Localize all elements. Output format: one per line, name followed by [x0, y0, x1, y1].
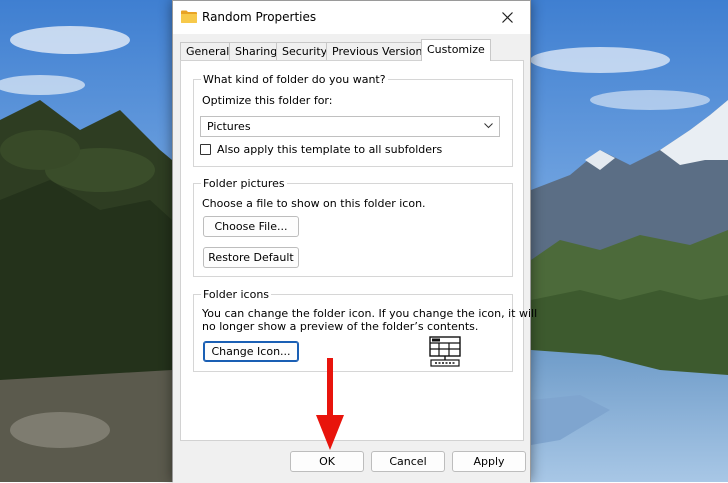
apply-subfolders-label: Also apply this template to all subfolde…	[217, 143, 443, 156]
checkbox-box[interactable]	[200, 144, 211, 155]
restore-default-button[interactable]: Restore Default	[203, 247, 299, 268]
tab-security[interactable]: Security	[276, 42, 334, 60]
optimize-label: Optimize this folder for:	[202, 94, 333, 107]
button-bar: OK Cancel Apply	[173, 441, 530, 483]
folder-icons-description-line1: You can change the folder icon. If you c…	[202, 307, 538, 320]
apply-button[interactable]: Apply	[452, 451, 526, 472]
choose-file-button[interactable]: Choose File...	[203, 216, 299, 237]
properties-dialog: Random Properties General Sharing Securi…	[172, 0, 537, 483]
change-icon-button[interactable]: Change Icon...	[203, 341, 299, 362]
close-icon	[501, 11, 513, 23]
cancel-button[interactable]: Cancel	[371, 451, 445, 472]
tab-general[interactable]: General	[180, 42, 236, 60]
close-button[interactable]	[484, 1, 530, 33]
folder-type-heading: What kind of folder do you want?	[201, 73, 388, 86]
customize-panel: What kind of folder do you want? Optimiz…	[180, 60, 537, 441]
tab-customize[interactable]: Customize	[421, 39, 491, 61]
title-bar[interactable]: Random Properties	[173, 1, 530, 34]
ok-button[interactable]: OK	[290, 451, 364, 472]
folder-pictures-heading: Folder pictures	[201, 177, 287, 190]
annotation-arrow-icon	[316, 358, 344, 450]
window-title: Random Properties	[202, 10, 317, 24]
folder-icons-heading: Folder icons	[201, 288, 272, 301]
tab-previous-versions[interactable]: Previous Versions	[326, 42, 435, 60]
folder-icons-description-line2: no longer show a preview of the folder’s…	[202, 320, 479, 333]
folder-icon	[181, 10, 197, 23]
folder-pictures-description: Choose a file to show on this folder ico…	[202, 197, 426, 210]
optimize-select-value: Pictures	[207, 120, 251, 133]
optimize-select[interactable]: Pictures	[200, 116, 500, 137]
chevron-down-icon	[484, 123, 493, 129]
folder-preview-icon	[429, 336, 461, 367]
